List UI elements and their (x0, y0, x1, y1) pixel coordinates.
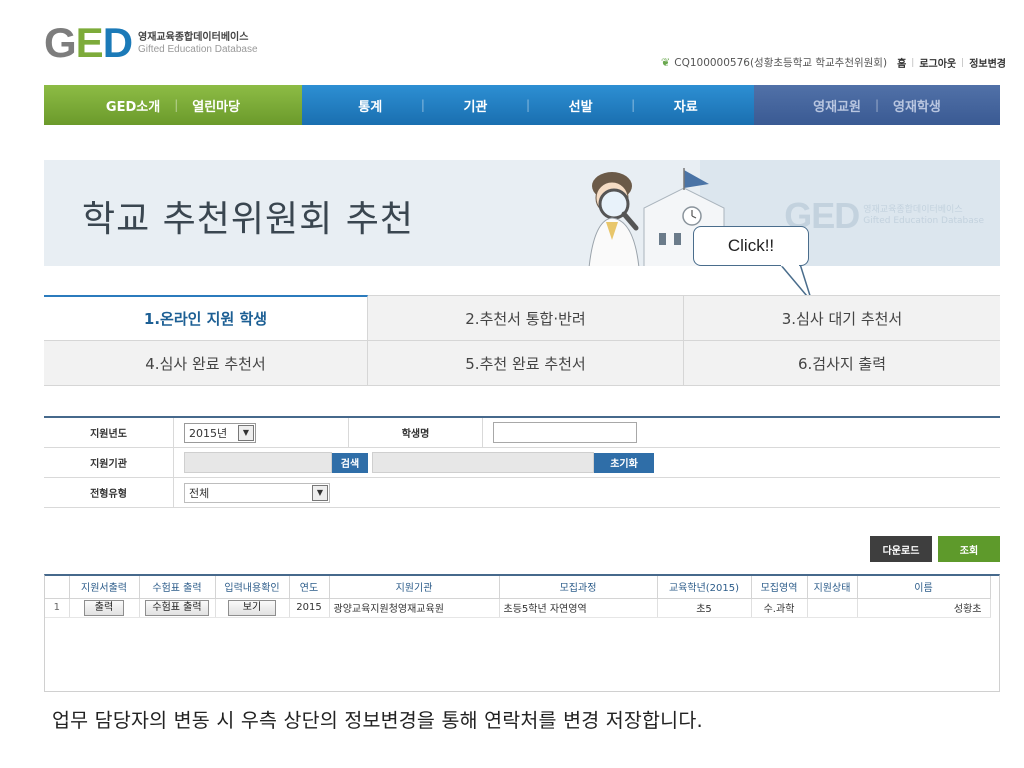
header-course: 모집과정 (499, 576, 658, 599)
banner-ged-logo: GED 영재교육종합데이터베이스 Gifted Education Databa… (784, 195, 984, 237)
tab-pending-review[interactable]: 3.심사 대기 추천서 (684, 295, 1000, 340)
banner-logo-english: Gifted Education Database (863, 216, 984, 226)
info-change-link[interactable]: 정보변경 (969, 55, 1006, 70)
header-status: 지원상태 (807, 576, 858, 599)
tab-test-print[interactable]: 6.검사지 출력 (684, 340, 1000, 385)
divider: | (911, 57, 915, 68)
student-name-label: 학생명 (348, 417, 483, 448)
logo-english: Gifted Education Database (138, 44, 258, 55)
type-select-value: 전체 (189, 486, 210, 500)
type-select[interactable]: 전체 ▼ (184, 482, 330, 503)
nav-item-gifted-teacher[interactable]: 영재교원 (799, 96, 875, 115)
click-callout: Click!! (693, 226, 809, 266)
banner-logo-korean: 영재교육종합데이터베이스 (863, 205, 963, 215)
top-utility-bar: ❦ CQ100000576(성황초등학교 학교추천위원회) 홈 | 로그아웃 |… (661, 55, 1006, 70)
nav-item-selection[interactable]: 선발 (555, 96, 607, 115)
logout-link[interactable]: 로그아웃 (919, 55, 956, 70)
nav-item-statistics[interactable]: 통계 (344, 96, 396, 115)
form-row-type: 전형유형 전체 ▼ (44, 477, 1000, 508)
nav-item-open-square[interactable]: 열린마당 (178, 96, 254, 115)
view-input-button[interactable]: 보기 (227, 599, 277, 616)
leaf-icon: ❦ (661, 56, 671, 69)
instruction-caption: 업무 담당자의 변동 시 우측 상단의 정보변경을 통해 연락처를 변경 저장합… (52, 709, 703, 732)
logo-mark: GED (44, 19, 133, 66)
ged-logo[interactable]: GED 영재교육종합데이터베이스 Gifted Education Databa… (44, 22, 258, 64)
home-link[interactable]: 홈 (897, 55, 906, 70)
grade-cell: 초5 (657, 598, 752, 618)
table-actions: 다운로드 조회 (870, 536, 1000, 562)
header-name: 이름 (857, 576, 991, 599)
header-input-check: 입력내용확인 (215, 576, 290, 599)
type-label: 전형유형 (44, 477, 174, 508)
download-button[interactable]: 다운로드 (870, 536, 932, 562)
header-field: 모집영역 (751, 576, 808, 599)
results-table: 지원서출력 수험표 출력 입력내용확인 연도 지원기관 모집과정 교육학년(20… (44, 574, 1000, 692)
nav-group-green: GED소개 | 열린마당 (44, 85, 302, 125)
status-cell (807, 598, 858, 618)
table-header-row: 지원서출력 수험표 출력 입력내용확인 연도 지원기관 모집과정 교육학년(20… (45, 576, 991, 599)
tab-online-applicants[interactable]: 1.온라인 지원 학생 (44, 295, 368, 340)
header-application-print: 지원서출력 (69, 576, 140, 599)
year-select[interactable]: 2015년 ▼ (184, 422, 256, 443)
chevron-down-icon: ▼ (238, 424, 254, 441)
chevron-down-icon: ▼ (312, 484, 328, 501)
tab-recommend-complete[interactable]: 5.추천 완료 추천서 (368, 340, 684, 385)
name-cell: 성황초 (857, 598, 991, 618)
year-cell: 2015 (289, 598, 330, 618)
agency-cell: 광양교육지원청영재교육원 (329, 598, 500, 618)
print-cell: 출력 (69, 598, 140, 618)
year-label: 지원년도 (44, 417, 174, 448)
header-year: 연도 (289, 576, 330, 599)
banner-logo-text: 영재교육종합데이터베이스 Gifted Education Database (863, 205, 984, 227)
course-cell: 초등5학년 자연영역 (499, 598, 658, 618)
row-number: 1 (45, 598, 70, 618)
agency-name-input[interactable] (372, 452, 594, 473)
nav-item-ged-intro[interactable]: GED소개 (92, 96, 174, 115)
student-name-cell (483, 418, 637, 448)
print-ticket-button[interactable]: 수험표 출력 (145, 599, 209, 616)
form-row-year: 지원년도 2015년 ▼ 학생명 (44, 417, 1000, 448)
view-cell: 보기 (215, 598, 290, 618)
page-title: 학교 추천위원회 추천 (82, 199, 414, 240)
form-row-agency: 지원기관 검색 초기화 (44, 447, 1000, 478)
agency-search-button[interactable]: 검색 (332, 452, 368, 473)
table-row[interactable]: 1 출력 수험표 출력 보기 2015 광양교육지원청영재교육원 초등5학년 자… (45, 598, 991, 618)
reset-button[interactable]: 초기화 (594, 452, 654, 473)
header-agency: 지원기관 (329, 576, 500, 599)
divider: | (961, 57, 965, 68)
process-tabs: 1.온라인 지원 학생 2.추천서 통합·반려 3.심사 대기 추천서 4.심사… (44, 295, 1000, 386)
type-cell: 전체 ▼ (174, 478, 330, 508)
agency-code-input[interactable] (184, 452, 332, 473)
print-application-button[interactable]: 출력 (83, 599, 125, 616)
logo-korean: 영재교육종합데이터베이스 (138, 32, 249, 43)
nav-divider: | (525, 98, 531, 112)
nav-group-blue: 통계 | 기관 | 선발 | 자료 (302, 85, 754, 125)
logged-in-user: CQ100000576(성황초등학교 학교추천위원회) (674, 57, 888, 69)
nav-group-dark: 영재교원 | 영재학생 (754, 85, 1000, 125)
field-cell: 수.과학 (751, 598, 808, 618)
query-button[interactable]: 조회 (938, 536, 1000, 562)
year-select-value: 2015년 (189, 426, 228, 440)
year-cell: 2015년 ▼ (174, 418, 344, 448)
nav-divider: | (420, 98, 425, 112)
nav-item-resources[interactable]: 자료 (660, 96, 712, 115)
search-form: 지원년도 2015년 ▼ 학생명 지원기관 검색 초기화 전형유형 전체 ▼ (44, 416, 1000, 508)
nav-item-institution[interactable]: 기관 (449, 96, 501, 115)
agency-label: 지원기관 (44, 447, 174, 478)
tab-review-complete[interactable]: 4.심사 완료 추천서 (44, 340, 368, 385)
nav-item-gifted-student[interactable]: 영재학생 (879, 96, 955, 115)
main-nav: GED소개 | 열린마당 통계 | 기관 | 선발 | 자료 영재교원 | 영재… (44, 85, 1000, 125)
tab-merge-return[interactable]: 2.추천서 통합·반려 (368, 295, 684, 340)
ticket-cell: 수험표 출력 (139, 598, 216, 618)
header-ticket-print: 수험표 출력 (139, 576, 216, 599)
header-grade: 교육학년(2015) (657, 576, 752, 599)
nav-divider: | (631, 98, 636, 112)
agency-cell: 검색 초기화 (174, 448, 654, 478)
student-name-input[interactable] (493, 422, 637, 443)
page-banner: 학교 추천위원회 추천 GED 영재교육종합데이터베이스 Gifted Educ… (44, 160, 1000, 266)
logo-text: 영재교육종합데이터베이스 Gifted Education Database (138, 32, 258, 56)
header-rownum (45, 576, 70, 599)
